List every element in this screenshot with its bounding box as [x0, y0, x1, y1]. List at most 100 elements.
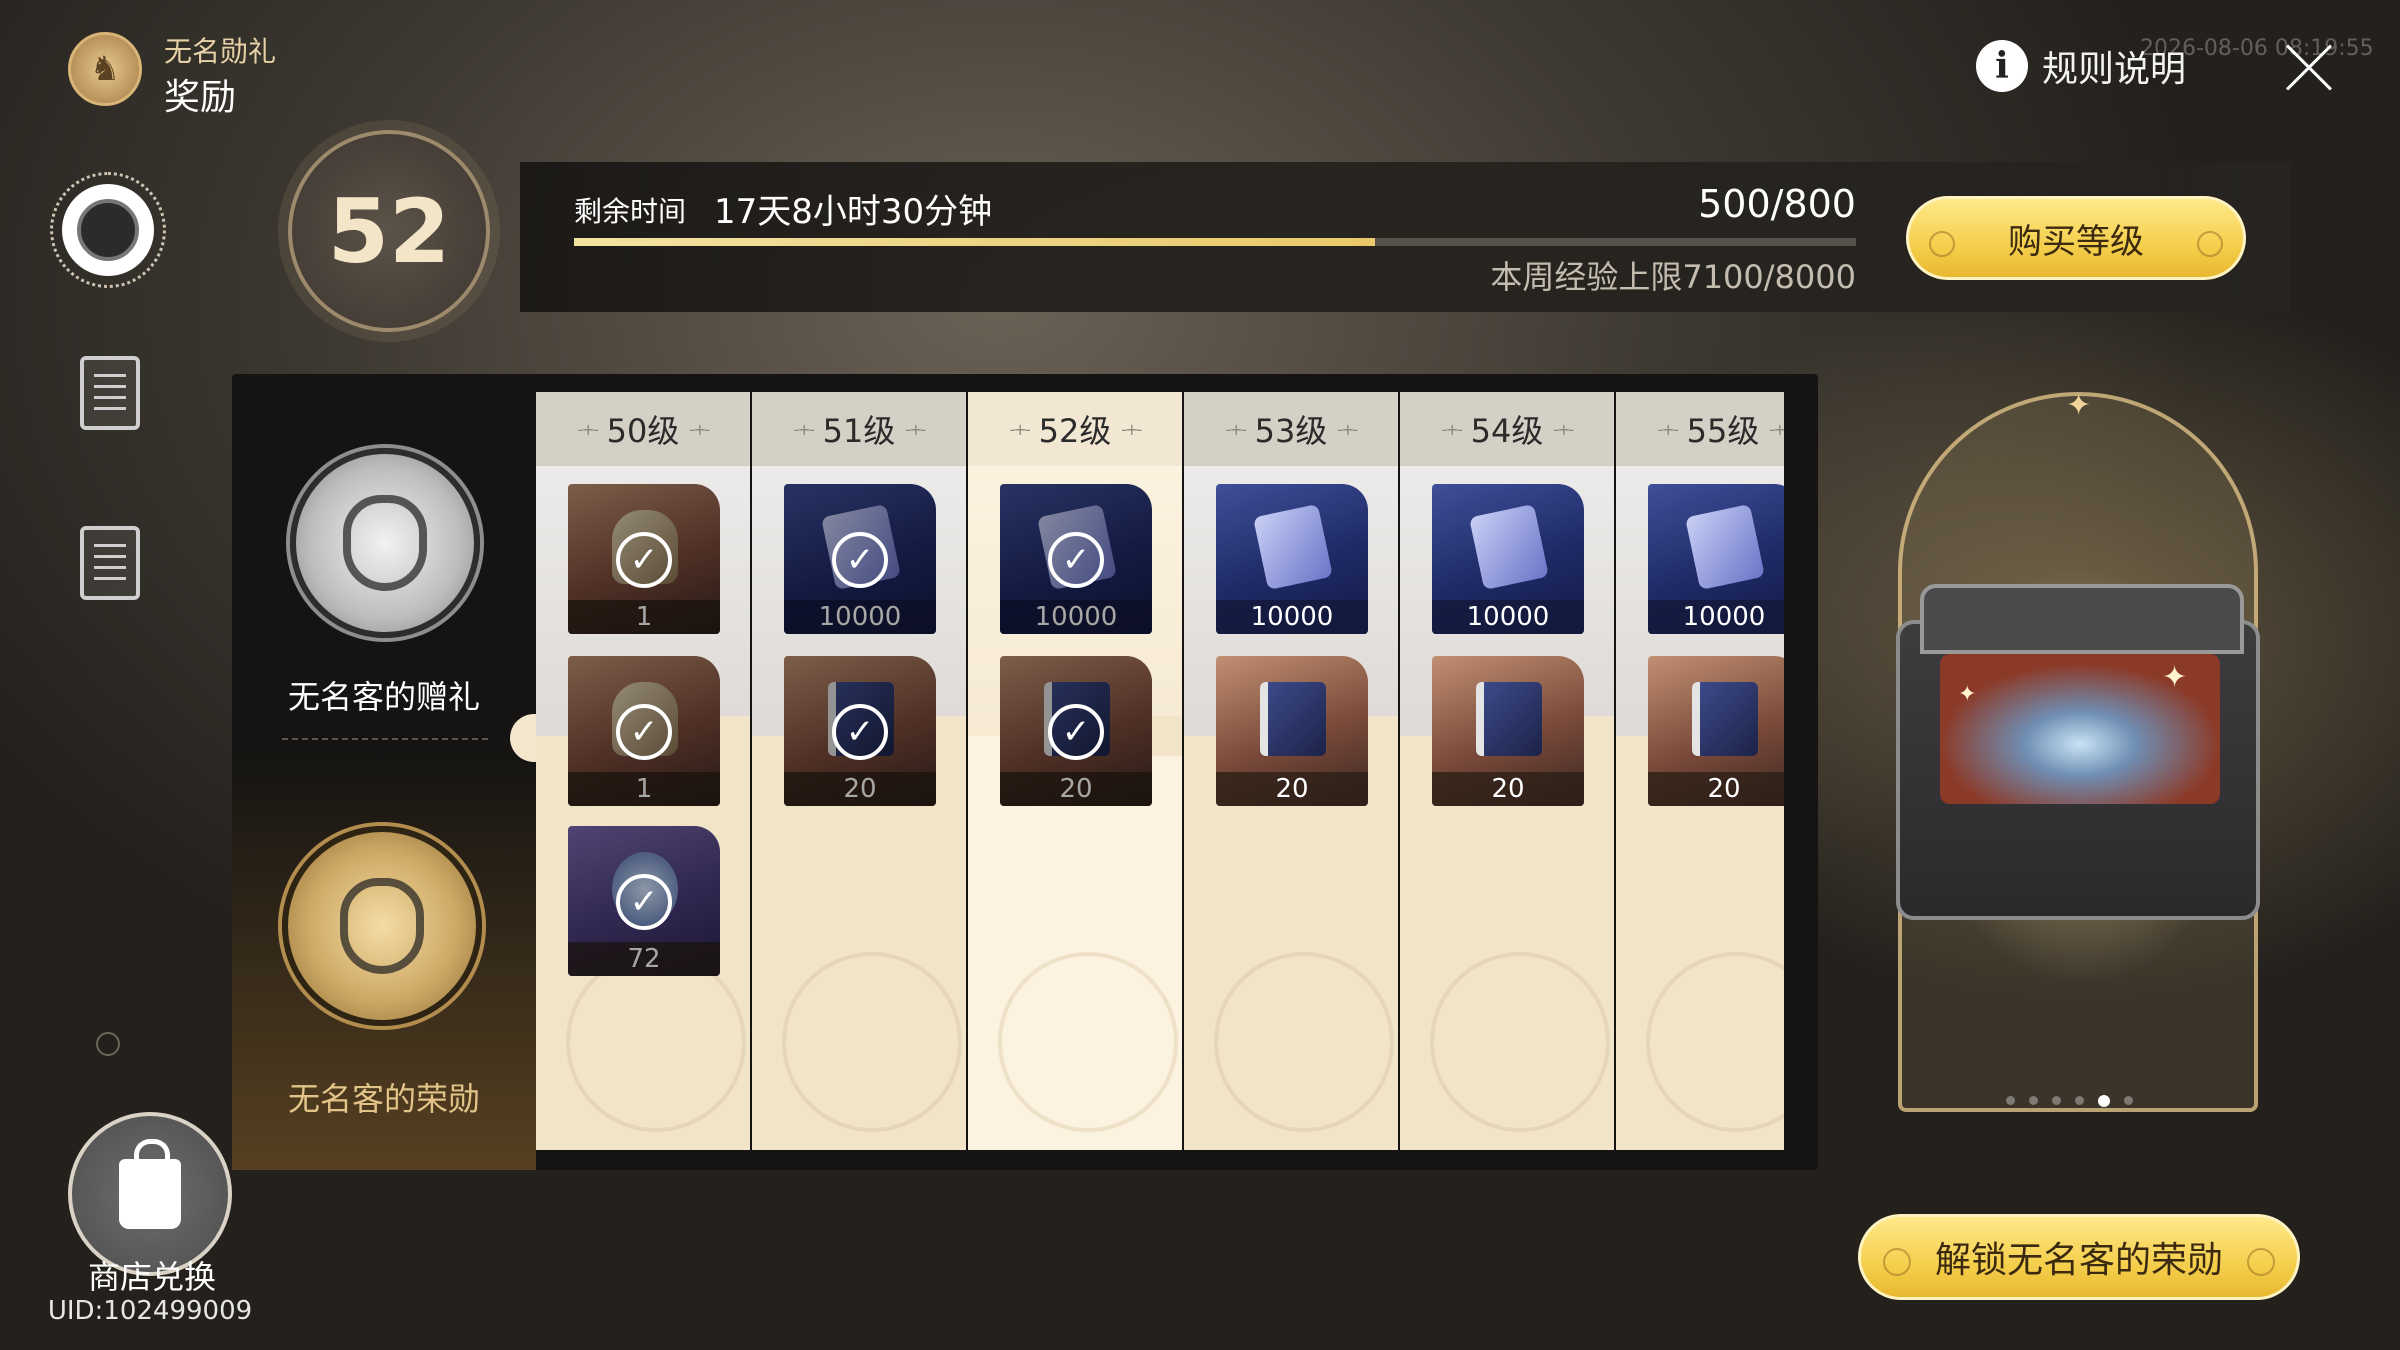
- reward-quantity: 20: [1000, 772, 1152, 806]
- book-icon: [1692, 682, 1758, 756]
- level-label: 52级: [1038, 412, 1112, 450]
- header-subtitle: 无名勋礼: [164, 35, 277, 68]
- free-track-emblem-icon: [290, 448, 480, 638]
- shop-exchange-label: 商店兑换: [87, 1258, 216, 1296]
- stamp-watermark-icon: [566, 952, 746, 1132]
- reward-item[interactable]: 20: [1216, 656, 1368, 806]
- level-column-header: 50级: [536, 392, 750, 466]
- unlock-honor-button[interactable]: 解锁无名客的荣勋: [1858, 1214, 2300, 1300]
- nameless-honor-logo-icon: ♞: [68, 32, 142, 106]
- pager-dot[interactable]: [2098, 1095, 2110, 1107]
- level-label: 55级: [1686, 412, 1760, 450]
- claimed-check-icon: ✓: [832, 704, 888, 760]
- level-label: 53级: [1254, 412, 1328, 450]
- reward-item[interactable]: 20 ✓: [1000, 656, 1152, 806]
- claimed-check-icon: ✓: [616, 704, 672, 760]
- shopping-bag-icon: [119, 1139, 181, 1229]
- reward-item[interactable]: 20: [1648, 656, 1784, 806]
- level-column-header: 51级: [752, 392, 966, 466]
- nav-decoration-icon: [96, 1032, 120, 1056]
- buy-level-button[interactable]: 购买等级: [1906, 196, 2246, 280]
- stamp-watermark-icon: [782, 952, 962, 1132]
- showcase-pager[interactable]: [2006, 1095, 2133, 1107]
- stamp-watermark-icon: [1646, 952, 1784, 1132]
- stamp-watermark-icon: [1430, 952, 1610, 1132]
- info-icon: i: [1976, 40, 2028, 92]
- reward-quantity: 72: [568, 942, 720, 976]
- exp-progress-bar: [574, 238, 1856, 246]
- showcase-star-icon: ✦: [2066, 388, 2092, 423]
- reward-quantity: 20: [1648, 772, 1784, 806]
- reward-item[interactable]: 1 ✓: [568, 484, 720, 634]
- pager-dot[interactable]: [2075, 1096, 2084, 1105]
- level-label: 50级: [606, 412, 680, 450]
- pager-dot[interactable]: [2124, 1096, 2133, 1105]
- ticket-icon: [1685, 503, 1765, 591]
- reward-item[interactable]: 10000: [1648, 484, 1784, 634]
- claimed-check-icon: ✓: [1048, 532, 1104, 588]
- exp-value: 500/800: [1698, 182, 1856, 226]
- book-icon: [1260, 682, 1326, 756]
- ticket-icon: [1469, 503, 1549, 591]
- level-label: 51级: [822, 412, 896, 450]
- reward-quantity: 10000: [1216, 600, 1368, 634]
- reward-quantity: 20: [1216, 772, 1368, 806]
- treasure-chest-illustration: [1896, 584, 2260, 920]
- player-uid: UID:102499009: [47, 1296, 253, 1326]
- stamp-watermark-icon: [1214, 952, 1394, 1132]
- paid-track-emblem-icon: [282, 826, 482, 1026]
- reward-columns-scroller[interactable]: 50级✦1✓1✓72✓51级✦10000✓20✓52级✦10000✓20✓53级…: [536, 392, 1784, 1150]
- paid-track-label: 无名客的荣勋: [287, 1080, 480, 1118]
- reward-item[interactable]: 10000 ✓: [1000, 484, 1152, 634]
- level-column: 50级✦1✓1✓72✓: [536, 392, 752, 1150]
- track-divider: [282, 738, 488, 740]
- reward-quantity: 1: [568, 600, 720, 634]
- reward-quantity: 10000: [1648, 600, 1784, 634]
- nav-tasks-clipboard-icon[interactable]: [80, 356, 140, 430]
- reward-item[interactable]: 1 ✓: [568, 656, 720, 806]
- level-column: 53级✦1000020: [1184, 392, 1400, 1150]
- reward-item[interactable]: 10000 ✓: [784, 484, 936, 634]
- reward-quantity: 10000: [1432, 600, 1584, 634]
- claimed-check-icon: ✓: [832, 532, 888, 588]
- reward-item[interactable]: 10000: [1432, 484, 1584, 634]
- level-column-header: 53级: [1184, 392, 1398, 466]
- ticket-icon: [1253, 503, 1333, 591]
- rewards-tab-icon: [62, 184, 154, 276]
- free-track-label: 无名客的赠礼: [287, 678, 480, 716]
- rules-label: 规则说明: [2042, 49, 2187, 90]
- page-title: 奖励: [164, 77, 237, 118]
- rules-button[interactable]: i 规则说明: [1976, 40, 2186, 92]
- current-level: 52: [327, 179, 451, 283]
- reward-quantity: 20: [1432, 772, 1584, 806]
- level-badge: 52: [288, 130, 490, 332]
- sparkle-icon: ✦: [1958, 682, 1977, 707]
- level-column: 52级✦10000✓20✓: [968, 392, 1184, 1150]
- reward-item[interactable]: 10000: [1216, 484, 1368, 634]
- pager-dot[interactable]: [2006, 1096, 2015, 1105]
- remaining-time-value: 17天8小时30分钟: [714, 192, 993, 232]
- nav-document-search-icon[interactable]: [80, 526, 140, 600]
- reward-item[interactable]: 72 ✓: [568, 826, 720, 976]
- claimed-check-icon: ✓: [1048, 704, 1104, 760]
- close-button[interactable]: [2276, 36, 2340, 100]
- stamp-watermark-icon: [998, 952, 1178, 1132]
- pager-dot[interactable]: [2029, 1096, 2038, 1105]
- level-column-header: 54级: [1400, 392, 1614, 466]
- level-column: 55级✦1000020: [1616, 392, 1784, 1150]
- weekly-exp-cap: 本周经验上限7100/8000: [1490, 258, 1856, 296]
- reward-item[interactable]: 20 ✓: [784, 656, 936, 806]
- reward-quantity: 10000: [784, 600, 936, 634]
- pager-dot[interactable]: [2052, 1096, 2061, 1105]
- nav-rewards-tab[interactable]: [50, 172, 166, 288]
- reward-item[interactable]: 20: [1432, 656, 1584, 806]
- remaining-time-label: 剩余时间: [574, 195, 687, 228]
- sparkle-icon: ✦: [2162, 660, 2188, 695]
- level-label: 54级: [1470, 412, 1544, 450]
- reward-quantity: 1: [568, 772, 720, 806]
- claimed-check-icon: ✓: [616, 874, 672, 930]
- reward-quantity: 20: [784, 772, 936, 806]
- claimed-check-icon: ✓: [616, 532, 672, 588]
- reward-quantity: 10000: [1000, 600, 1152, 634]
- level-column-header: 52级: [968, 392, 1182, 466]
